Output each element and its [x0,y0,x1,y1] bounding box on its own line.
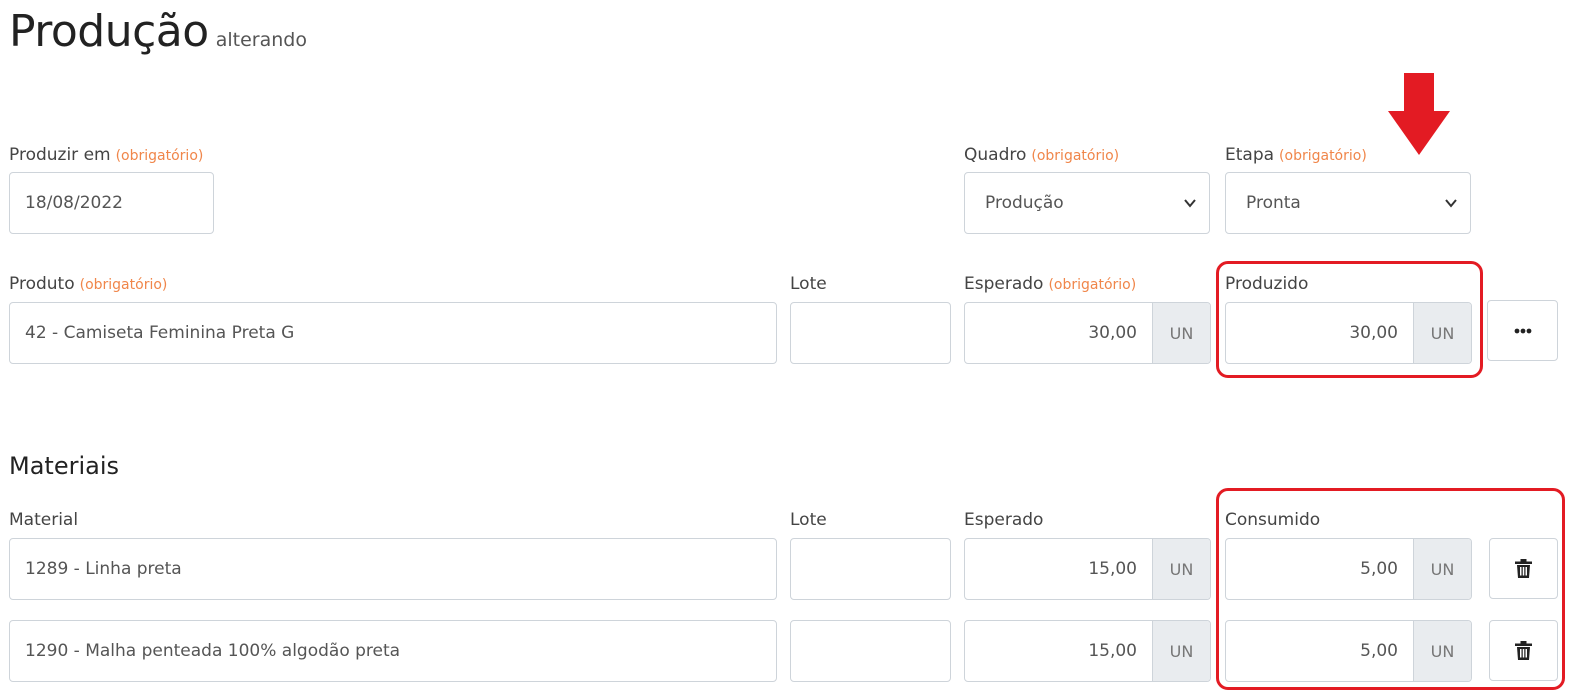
page-title-text: Produção [9,6,209,57]
material-input[interactable]: 1290 - Malha penteada 100% algodão preta [9,620,777,682]
lote-column-label: Lote [790,510,827,530]
page-title: Produção alterando [9,6,307,66]
chevron-down-icon [1184,199,1196,208]
etapa-label-text: Etapa [1225,145,1275,165]
esperado-input[interactable]: 30,00 UN [964,302,1211,364]
required-indicator: (obrigatório) [115,148,204,164]
quadro-label-text: Quadro [964,145,1027,165]
unit-addon: UN [1152,539,1210,599]
required-indicator: (obrigatório) [1279,148,1367,164]
material-lote-input[interactable] [790,538,951,600]
produto-label: Produto (obrigatório) [9,273,167,296]
lote-label: Lote [790,274,827,294]
unit-addon: UN [1152,303,1210,363]
material-esperado-value: 15,00 [1088,641,1137,661]
material-column-label: Material [9,510,79,530]
ellipsis-icon [1514,328,1531,333]
chevron-down-icon [1445,199,1457,208]
material-esperado-input[interactable]: 15,00 UN [964,620,1211,682]
produto-value: 42 - Camiseta Feminina Preta G [25,323,295,343]
esperado-label-text: Esperado [964,274,1044,294]
material-esperado-value: 15,00 [1088,559,1137,579]
material-esperado-input[interactable]: 15,00 UN [964,538,1211,600]
material-value: 1290 - Malha penteada 100% algodão preta [25,641,401,661]
material-value: 1289 - Linha preta [25,559,182,579]
esperado-value: 30,00 [1088,323,1137,343]
required-indicator: (obrigatório) [1048,277,1137,293]
down-arrow-icon [1388,73,1450,155]
consumido-highlight-box [1216,488,1565,690]
lote-input[interactable] [790,302,951,364]
required-indicator: (obrigatório) [79,277,168,293]
produzir-em-label: Produzir em (obrigatório) [9,144,203,167]
produto-label-text: Produto [9,274,75,294]
more-options-button[interactable] [1487,300,1558,361]
quadro-value: Produção [985,193,1064,213]
esperado-label: Esperado (obrigatório) [964,273,1136,296]
materiais-section-title: Materiais [9,452,120,480]
material-lote-input[interactable] [790,620,951,682]
quadro-label: Quadro (obrigatório) [964,144,1119,167]
produto-input[interactable]: 42 - Camiseta Feminina Preta G [9,302,777,364]
produzir-em-value: 18/08/2022 [25,193,123,213]
produzir-em-input[interactable]: 18/08/2022 [9,172,214,234]
quadro-select[interactable]: Produção [964,172,1210,234]
produzido-highlight-box [1216,261,1483,378]
esperado-column-label: Esperado [964,510,1044,530]
required-indicator: (obrigatório) [1031,148,1120,164]
etapa-select[interactable]: Pronta [1225,172,1471,234]
etapa-value: Pronta [1246,193,1301,213]
page-subtitle: alterando [215,29,307,51]
unit-addon: UN [1152,621,1210,681]
etapa-label: Etapa (obrigatório) [1225,144,1367,167]
material-input[interactable]: 1289 - Linha preta [9,538,777,600]
produzir-em-label-text: Produzir em [9,145,111,165]
